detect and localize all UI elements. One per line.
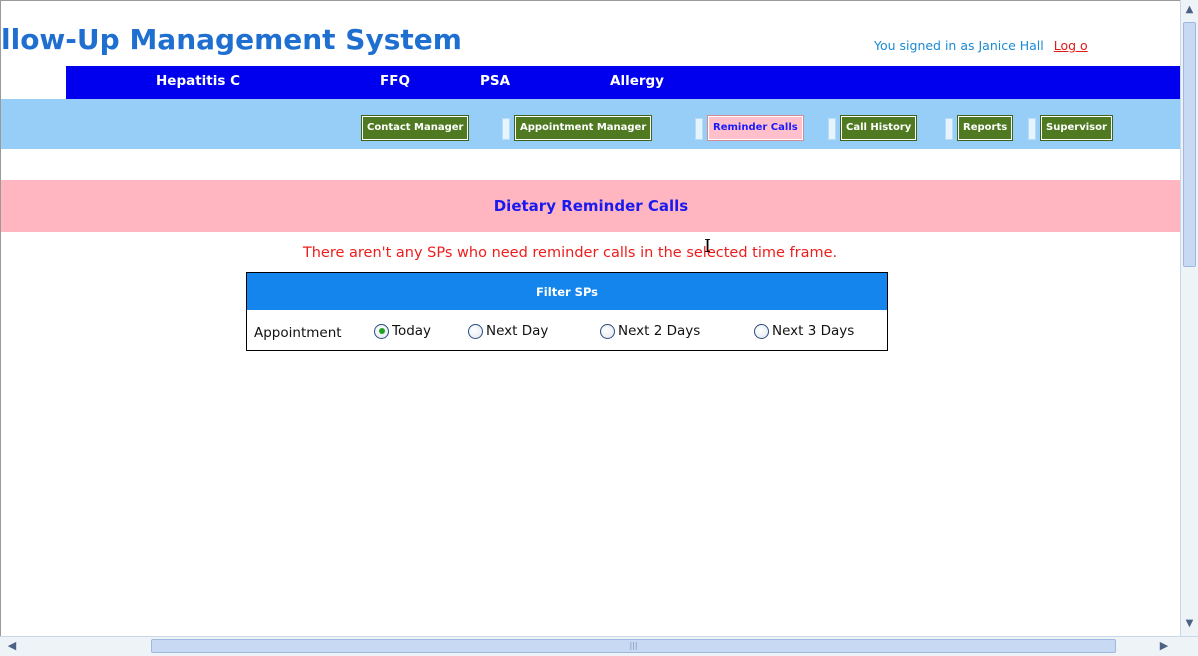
page-title-band: Dietary Reminder Calls <box>1 180 1180 232</box>
nav-item-allergy[interactable]: Allergy <box>610 73 664 89</box>
app-title: llow-Up Management System <box>1 23 462 56</box>
scroll-down-icon[interactable]: ▼ <box>1183 616 1196 632</box>
browser-viewport: llow-Up Management System You signed in … <box>0 0 1180 636</box>
scroll-up-icon[interactable]: ▲ <box>1183 2 1196 18</box>
horizontal-scrollbar[interactable]: ◀ ||| ▶ <box>0 636 1198 656</box>
tab-separator <box>828 118 836 140</box>
tab-reminder-calls[interactable]: Reminder Calls <box>708 116 803 140</box>
logout-link[interactable]: Log o <box>1054 38 1088 53</box>
tab-separator <box>695 118 703 140</box>
nav-item-ffq[interactable]: FFQ <box>380 73 410 89</box>
radio-label: Next Day <box>486 323 549 339</box>
vertical-scroll-thumb[interactable] <box>1183 22 1196 267</box>
tab-separator <box>1028 118 1036 140</box>
radio-next-2-days[interactable]: Next 2 Days <box>600 323 700 339</box>
scroll-right-icon[interactable]: ▶ <box>1156 639 1172 653</box>
signed-in-status: You signed in as Janice Hall Log o <box>874 38 1088 53</box>
tab-call-history[interactable]: Call History <box>841 116 917 140</box>
signed-in-text: You signed in as Janice Hall <box>874 38 1044 53</box>
radio-next-3-days[interactable]: Next 3 Days <box>754 323 854 339</box>
radio-circle-icon <box>374 323 389 339</box>
radio-circle-icon <box>754 323 769 339</box>
tab-supervisor[interactable]: Supervisor <box>1041 116 1112 140</box>
radio-today[interactable]: Today <box>374 323 431 339</box>
horizontal-scroll-thumb[interactable]: ||| <box>151 639 1116 653</box>
nav-item-hepatitis-c[interactable]: Hepatitis C <box>156 73 240 89</box>
vertical-scrollbar[interactable]: ▲ ▼ <box>1180 0 1198 636</box>
no-results-message: There aren't any SPs who need reminder c… <box>302 245 838 261</box>
page-title: Dietary Reminder Calls <box>493 197 689 215</box>
tab-separator <box>502 118 510 140</box>
filter-panel: Filter SPs Appointment Today Next Day Ne… <box>246 272 888 351</box>
tab-separator <box>945 118 953 140</box>
tab-appointment-manager[interactable]: Appointment Manager <box>515 116 652 140</box>
radio-label: Next 2 Days <box>618 323 701 339</box>
radio-next-day[interactable]: Next Day <box>468 323 548 339</box>
tab-contact-manager[interactable]: Contact Manager <box>362 116 469 140</box>
radio-label: Next 3 Days <box>772 323 855 339</box>
filter-panel-title: Filter SPs <box>247 273 887 310</box>
scroll-left-icon[interactable]: ◀ <box>4 639 20 653</box>
radio-circle-icon <box>600 323 615 339</box>
main-nav: Hepatitis C FFQ PSA Allergy <box>66 66 1180 99</box>
nav-item-psa[interactable]: PSA <box>480 73 510 89</box>
radio-circle-icon <box>468 323 483 339</box>
radio-label: Today <box>392 323 432 339</box>
tab-reports[interactable]: Reports <box>958 116 1013 140</box>
appointment-label: Appointment <box>254 325 342 341</box>
filter-label: Appointment <box>254 325 344 341</box>
text-cursor-icon: I <box>704 236 712 257</box>
